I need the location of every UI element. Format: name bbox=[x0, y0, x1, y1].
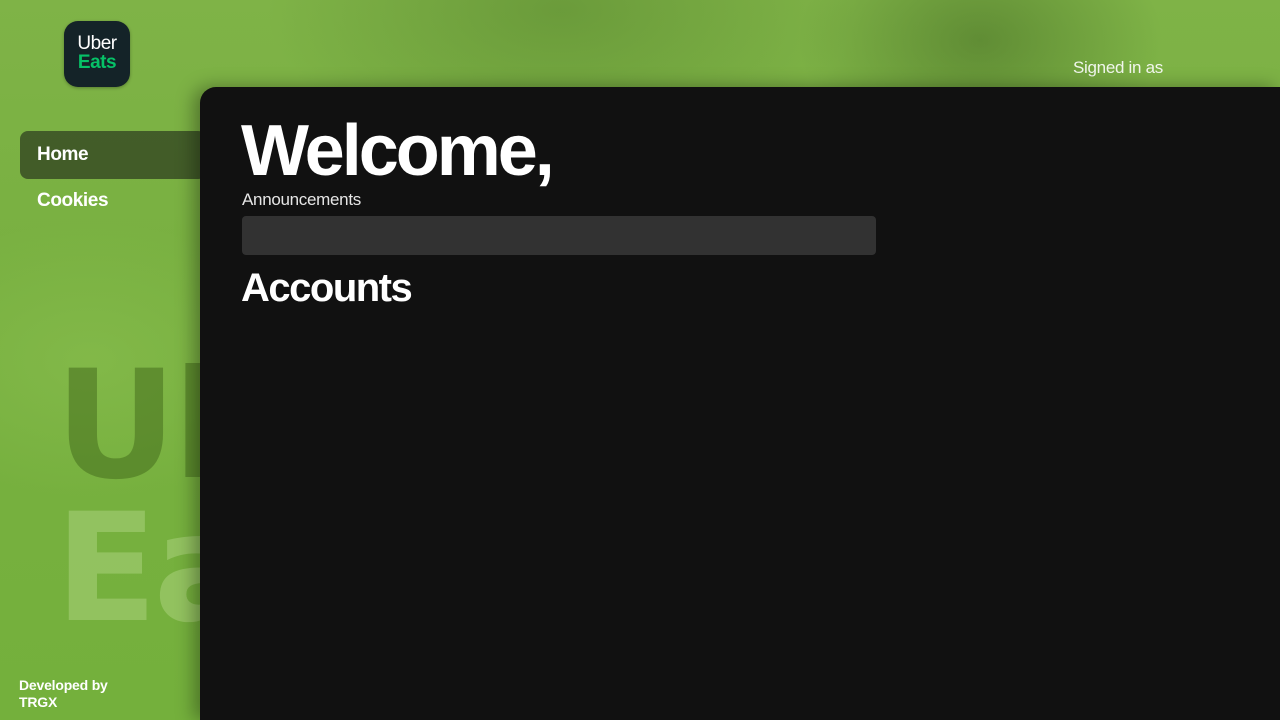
announcements-box bbox=[242, 216, 876, 255]
logo-text-eats: Eats bbox=[77, 52, 117, 73]
sidebar-item-cookies[interactable]: Cookies bbox=[20, 178, 206, 224]
credit-line-2: TRGX bbox=[19, 694, 58, 710]
sidebar-nav: Home Cookies bbox=[20, 131, 206, 224]
credit-line-1: Developed by bbox=[19, 677, 108, 693]
logo-text-uber: Uber bbox=[77, 33, 117, 54]
signed-in-status: Signed in as bbox=[1073, 58, 1163, 77]
page-title: Welcome, bbox=[241, 111, 555, 191]
accounts-heading: Accounts bbox=[241, 266, 413, 310]
announcements-label: Announcements bbox=[242, 190, 361, 209]
main-panel: Welcome, Announcements Accounts bbox=[200, 87, 1280, 720]
uber-eats-logo[interactable]: Uber Eats bbox=[64, 21, 130, 87]
sidebar-item-home[interactable]: Home bbox=[20, 131, 206, 179]
developer-credit: Developed by TRGX bbox=[19, 677, 139, 711]
